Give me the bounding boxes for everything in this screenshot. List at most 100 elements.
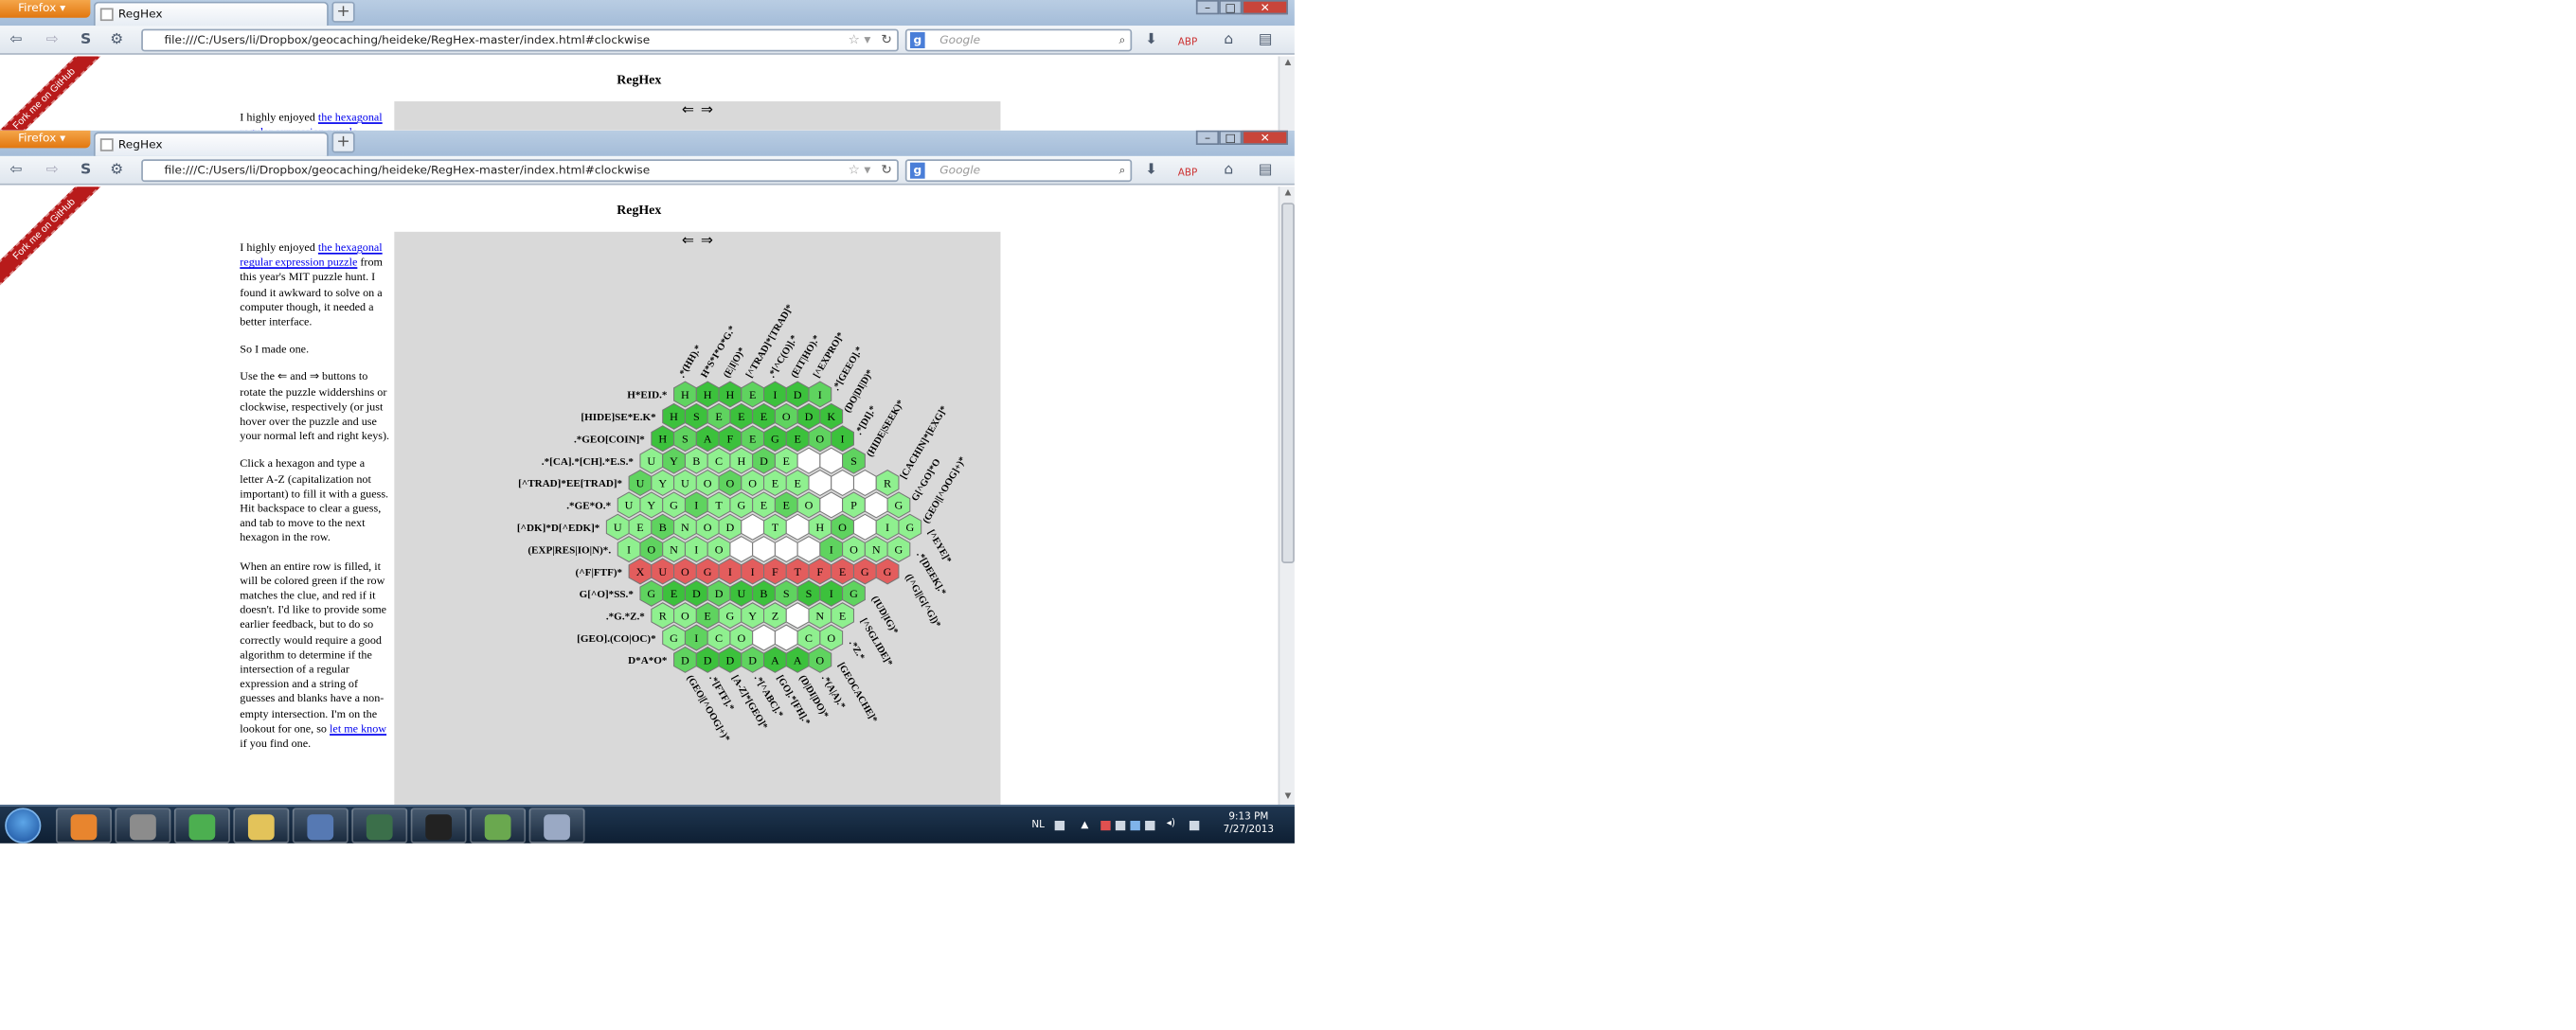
tab-reghex[interactable]: RegHex: [93, 1, 329, 27]
search-input[interactable]: g Google ⌕: [904, 28, 1133, 52]
hex-letter: Y: [658, 477, 667, 490]
signal-icon[interactable]: [1189, 821, 1200, 831]
row-clue: D*A*O*: [628, 655, 668, 666]
menu-icon[interactable]: ▤: [1259, 161, 1273, 180]
firefox-menu-button[interactable]: Firefox ▾: [0, 130, 91, 149]
url-bar[interactable]: file:///C:/Users/li/Dropbox/geocaching/h…: [141, 159, 899, 183]
clock-date: 7/27/2013: [1223, 824, 1275, 836]
contact-link[interactable]: let me know: [330, 722, 386, 736]
hex-letter: H: [670, 410, 678, 423]
start-button[interactable]: [5, 808, 42, 844]
hex-cell[interactable]: [852, 469, 877, 496]
adblock-icon[interactable]: ABP: [1178, 164, 1198, 183]
taskbar-cmd-button[interactable]: [410, 808, 467, 844]
hex-cell[interactable]: [785, 513, 810, 541]
scrollbar[interactable]: ▲ ▼: [1278, 186, 1295, 805]
reload-icon[interactable]: ↻: [881, 30, 892, 49]
close-button[interactable]: ✕: [1242, 0, 1288, 14]
clock[interactable]: 9:13 PM 7/27/2013: [1216, 811, 1281, 837]
hex-cell[interactable]: [852, 513, 877, 541]
hex-cell[interactable]: [808, 469, 832, 496]
taskbar-chart-button[interactable]: [470, 808, 527, 844]
hex-letter: G: [894, 543, 903, 557]
reload-icon[interactable]: ↻: [881, 161, 892, 180]
scrollbar[interactable]: ▲: [1278, 56, 1295, 131]
back-icon[interactable]: ⇦: [9, 30, 22, 49]
scroll-up-arrow[interactable]: ▲: [1279, 57, 1295, 71]
hex-cell[interactable]: [752, 536, 776, 563]
download-icon[interactable]: ⬇: [1145, 161, 1157, 180]
hex-letter: G: [894, 499, 903, 512]
forward-icon[interactable]: ⇨: [46, 30, 59, 49]
skype-icon[interactable]: S: [80, 161, 91, 180]
hex-cell[interactable]: [831, 469, 854, 496]
hex-letter: U: [625, 499, 634, 512]
rotate-right-button[interactable]: ⇒: [701, 103, 713, 119]
hex-cell[interactable]: [752, 624, 776, 651]
maximize-button[interactable]: □: [1219, 0, 1243, 14]
new-tab-button[interactable]: +: [331, 132, 355, 153]
keyboard-icon[interactable]: [1054, 821, 1065, 831]
download-icon[interactable]: ⬇: [1145, 30, 1157, 49]
flag-icon[interactable]: [1100, 821, 1111, 831]
hex-cell[interactable]: [785, 602, 810, 630]
search-input[interactable]: g Google ⌕: [904, 159, 1133, 183]
minimize-button[interactable]: –: [1195, 0, 1220, 14]
taskbar-chrome-button[interactable]: [173, 808, 230, 844]
hex-cell[interactable]: [796, 536, 821, 563]
scroll-down-arrow[interactable]: ▼: [1279, 790, 1295, 805]
app-tray-icon[interactable]: [1115, 821, 1126, 831]
hex-cell[interactable]: [774, 624, 798, 651]
diagonal-clue-bottom: [GEOCACHE]*: [835, 661, 879, 724]
dropbox-icon[interactable]: [1130, 821, 1140, 831]
home-icon[interactable]: ⌂: [1224, 161, 1233, 180]
hex-cell[interactable]: [864, 491, 888, 519]
network-icon[interactable]: [1145, 821, 1155, 831]
minimize-button[interactable]: –: [1195, 130, 1220, 145]
github-ribbon-label[interactable]: Fork me on GitHub: [0, 56, 109, 131]
scroll-up-arrow[interactable]: ▲: [1279, 186, 1295, 201]
url-bar[interactable]: file:///C:/Users/li/Dropbox/geocaching/h…: [141, 28, 899, 52]
adblock-icon[interactable]: ABP: [1178, 34, 1198, 53]
rotate-left-button[interactable]: ⇐: [682, 103, 694, 119]
bookmark-star-icon[interactable]: ☆ ▾: [849, 30, 871, 49]
hex-letter: G: [670, 631, 678, 645]
show-hidden-icons[interactable]: ▲: [1081, 819, 1088, 830]
taskbar-explorer-button[interactable]: [233, 808, 290, 844]
github-ribbon[interactable]: Fork me on GitHub: [0, 56, 109, 131]
skype-icon[interactable]: S: [80, 30, 91, 49]
hex-cell[interactable]: [741, 513, 765, 541]
hex-cell[interactable]: [796, 447, 821, 474]
maximize-button[interactable]: □: [1219, 130, 1243, 145]
taskbar-monitor-button[interactable]: [351, 808, 408, 844]
hex-cell[interactable]: [819, 491, 844, 519]
language-indicator[interactable]: NL: [1031, 819, 1045, 830]
taskbar-unknown-app-button[interactable]: [115, 808, 171, 844]
diagonal-clue: .*[DI].*: [853, 404, 879, 436]
hex-cell[interactable]: [774, 536, 798, 563]
hex-puzzle[interactable]: H*EID.* H H H E I D I[HIDE]SE*E.K* H S E E E O D K.*GEO…: [394, 232, 1000, 805]
hex-letter: C: [715, 631, 723, 645]
back-icon[interactable]: ⇦: [9, 161, 22, 180]
hex-cell[interactable]: [819, 447, 844, 474]
tab-reghex[interactable]: RegHex: [93, 132, 329, 156]
new-tab-button[interactable]: +: [331, 1, 355, 23]
addon-icon[interactable]: ⚙: [110, 161, 123, 180]
volume-icon[interactable]: ◂): [1167, 818, 1175, 829]
forward-icon[interactable]: ⇨: [46, 161, 59, 180]
bookmark-star-icon[interactable]: ☆ ▾: [849, 161, 871, 180]
menu-icon[interactable]: ▤: [1259, 30, 1273, 49]
close-button[interactable]: ✕: [1242, 130, 1288, 145]
hex-letter: F: [772, 565, 778, 578]
taskbar-firefox-button[interactable]: [55, 808, 112, 844]
scroll-thumb[interactable]: [1281, 203, 1295, 563]
search-icon[interactable]: ⌕: [1118, 161, 1125, 180]
firefox-menu-button[interactable]: Firefox ▾: [0, 0, 91, 18]
hex-cell[interactable]: [729, 536, 754, 563]
search-icon[interactable]: ⌕: [1118, 30, 1125, 49]
addon-icon[interactable]: ⚙: [110, 30, 123, 49]
home-icon[interactable]: ⌂: [1224, 30, 1233, 49]
taskbar-paint-button[interactable]: [528, 808, 585, 844]
taskbar-security-button[interactable]: [292, 808, 349, 844]
diagonal-clue-bottom: [^EYE]*: [925, 528, 953, 565]
